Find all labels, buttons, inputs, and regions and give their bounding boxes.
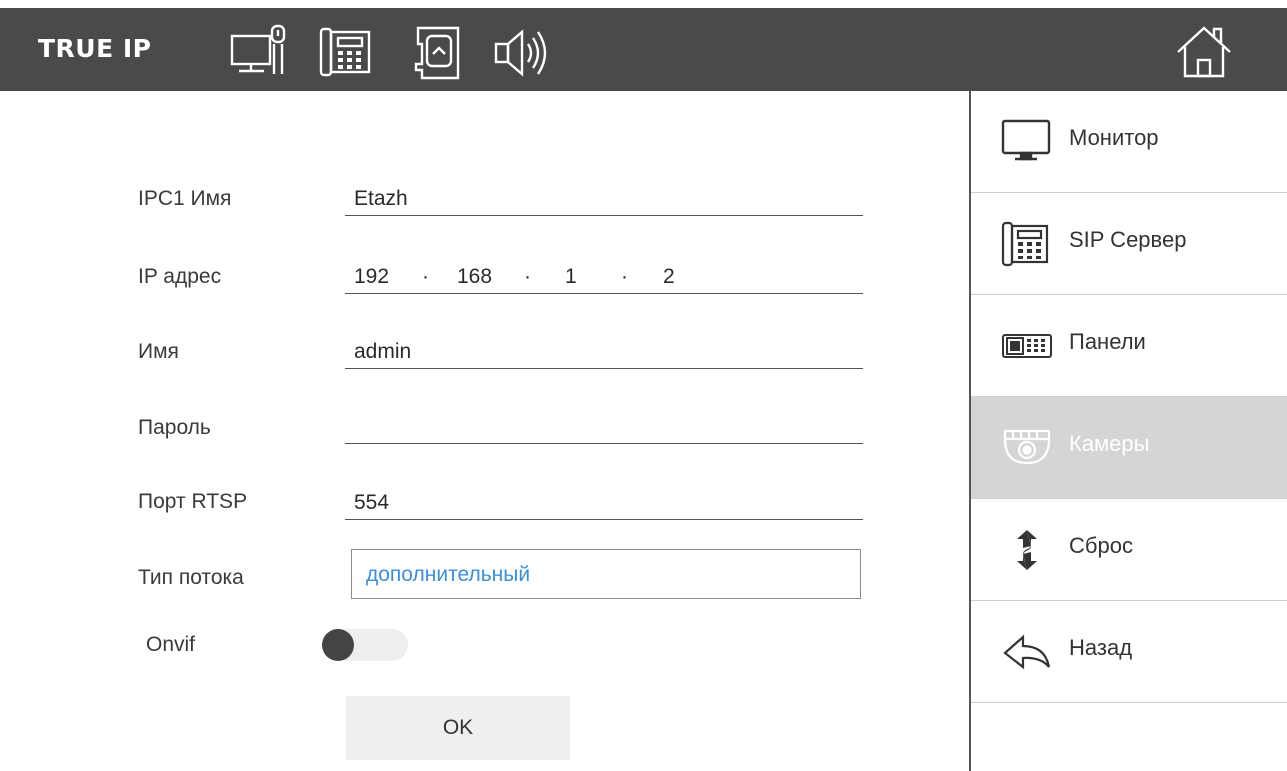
sidebar-item-cameras[interactable]: Камеры (971, 397, 1287, 499)
ip-separator: · (422, 265, 429, 288)
stream-type-label: Тип потока (138, 566, 244, 589)
sidebar-item-monitor[interactable]: Монитор (971, 91, 1287, 193)
password-field[interactable] (345, 409, 863, 444)
sidebar: Монитор SIP Сервер Панели Камеры Сброс Н… (969, 91, 1287, 771)
password-label: Пароль (138, 416, 211, 439)
username-label: Имя (138, 340, 179, 363)
ip-address-field[interactable]: 192 · 168 · 1 · 2 (345, 259, 863, 294)
ip-octet-3[interactable]: 1 (565, 265, 577, 289)
dome-camera-icon (1003, 429, 1051, 465)
stream-type-select[interactable]: дополнительный (351, 549, 861, 599)
sidebar-item-label: Сброс (1069, 533, 1133, 558)
sd-card-icon[interactable] (410, 24, 466, 82)
sidebar-item-back[interactable]: Назад (971, 601, 1287, 703)
sidebar-item-label: Камеры (1069, 431, 1150, 456)
speaker-icon[interactable] (494, 24, 558, 82)
sidebar-item-sip-server[interactable]: SIP Сервер (971, 193, 1287, 295)
sidebar-item-panels[interactable]: Панели (971, 295, 1287, 397)
rtsp-port-field[interactable]: 554 (345, 485, 863, 520)
intercom-phone-icon[interactable] (318, 24, 378, 82)
top-bar: TRUE IP (0, 0, 1287, 91)
ok-button[interactable]: OK (346, 696, 570, 760)
brand-logo: TRUE IP (38, 34, 152, 63)
camera-name-field[interactable]: Etazh (345, 181, 863, 216)
monitor-icon (1001, 119, 1051, 161)
sidebar-item-label: Назад (1069, 635, 1133, 660)
home-icon[interactable] (1174, 22, 1234, 82)
camera-name-value: Etazh (354, 187, 408, 210)
camera-settings-form: IPC1 Имя Etazh IP адрес 192 · 168 · 1 · … (0, 91, 970, 771)
ip-separator: · (621, 265, 628, 288)
onvif-label: Onvif (146, 633, 196, 656)
rtsp-port-label: Порт RTSP (138, 490, 248, 513)
sidebar-item-label: SIP Сервер (1069, 227, 1187, 252)
username-field[interactable]: admin (345, 334, 863, 369)
username-value: admin (354, 340, 412, 363)
ip-separator: · (524, 265, 531, 288)
phone-keypad-icon (1001, 221, 1049, 267)
toggle-knob (322, 629, 354, 661)
stream-type-value: дополнительный (366, 563, 531, 586)
sidebar-item-label: Монитор (1069, 125, 1159, 150)
rtsp-port-value: 554 (354, 491, 390, 514)
reset-arrows-icon (1017, 530, 1037, 570)
ip-octet-2[interactable]: 168 (457, 265, 492, 289)
camera-name-label: IPC1 Имя (138, 187, 232, 210)
onvif-toggle[interactable] (322, 629, 408, 661)
sidebar-item-label: Панели (1069, 329, 1146, 354)
monitor-settings-icon[interactable] (228, 24, 292, 82)
ip-address-label: IP адрес (138, 265, 222, 288)
ip-octet-4[interactable]: 2 (663, 265, 675, 289)
door-panel-icon (1002, 334, 1052, 358)
back-arrow-icon (1003, 634, 1051, 670)
sidebar-item-reset[interactable]: Сброс (971, 499, 1287, 601)
ip-octet-1[interactable]: 192 (354, 265, 389, 289)
